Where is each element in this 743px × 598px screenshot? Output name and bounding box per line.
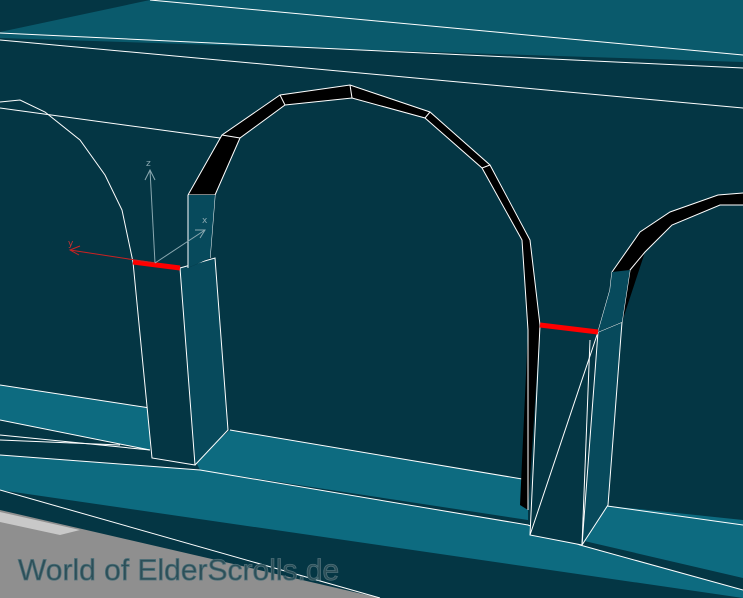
3d-viewport[interactable]: z y x World of ElderScrolls.de (0, 0, 743, 598)
watermark-text: World of ElderScrolls.de (18, 554, 339, 587)
gizmo-label-z: z (146, 159, 151, 169)
gizmo-label-x: x (202, 216, 208, 226)
arch-wireframe-scene[interactable]: z y x World of ElderScrolls.de (0, 0, 743, 598)
gizmo-label-y: y (68, 239, 74, 249)
